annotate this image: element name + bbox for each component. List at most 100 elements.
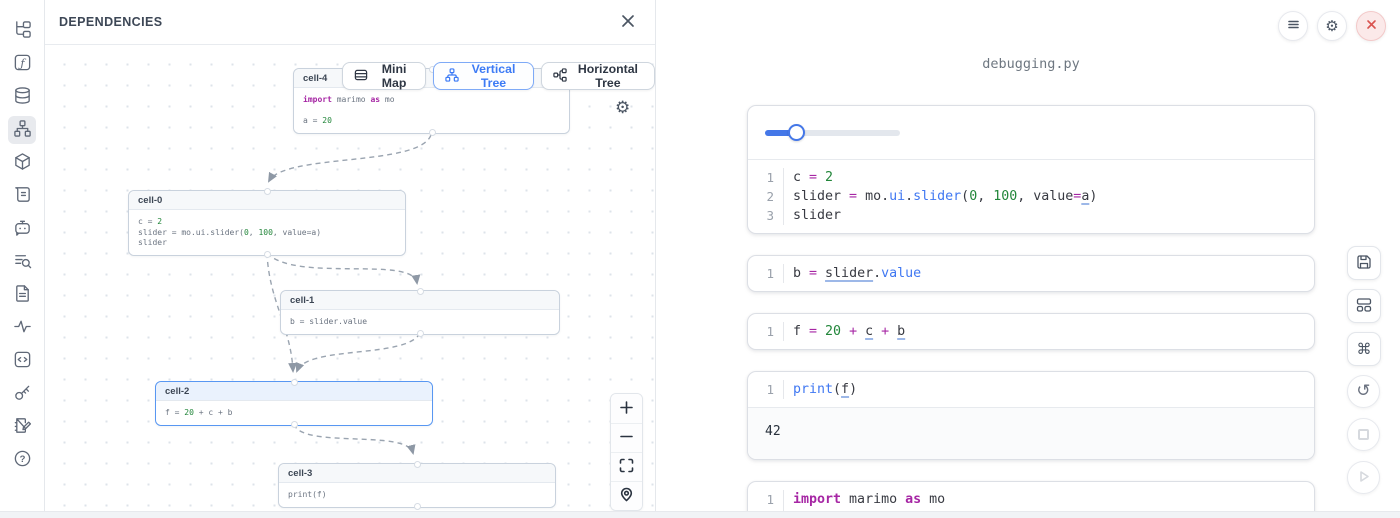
svg-text:?: ?: [19, 454, 25, 465]
dependency-graph-canvas[interactable]: cell-4import marimo as moa = 20cell-0c =…: [45, 45, 655, 518]
activity-icon: [13, 317, 32, 339]
sidebar-item-documentation[interactable]: [8, 281, 36, 309]
sidebar-item-notebook-outline[interactable]: [8, 413, 36, 441]
vertical-tree-label: Vertical Tree: [465, 62, 522, 90]
graph-node-cell-3[interactable]: cell-3print(f): [278, 463, 556, 508]
gear-icon: ⚙: [615, 98, 630, 118]
notebook-menu-button[interactable]: [1278, 11, 1308, 41]
help-circle-icon: ?: [13, 449, 32, 471]
line-numbers: 123: [748, 168, 783, 225]
plus-icon: [619, 400, 634, 418]
graph-node-code: f = 20 + c + b: [156, 401, 432, 425]
zoom-out-button[interactable]: [611, 423, 642, 452]
dependencies-panel-header: DEPENDENCIES: [45, 0, 655, 45]
layout-button[interactable]: [1347, 289, 1381, 323]
graph-node-cell-0[interactable]: cell-0c = 2slider = mo.ui.slider(0, 100,…: [128, 190, 406, 256]
sidebar-item-file-explorer[interactable]: [8, 17, 36, 45]
notebook-pen-icon: [13, 416, 32, 438]
file-tree-icon: [13, 20, 32, 42]
horizontal-tree-icon: [553, 68, 567, 85]
sidebar-item-snippets[interactable]: [8, 347, 36, 375]
map-pin-icon: [619, 487, 634, 505]
code-editor[interactable]: 1b = slider.value: [748, 256, 1314, 291]
helper-panel-rail: ƒ ?: [0, 0, 45, 518]
keyboard-shortcuts-button[interactable]: ⌘: [1347, 332, 1381, 366]
notebook-cells: 123c = 2slider = mo.ui.slider(0, 100, va…: [747, 105, 1315, 518]
graph-node-cell-1[interactable]: cell-1b = slider.value: [280, 290, 560, 335]
shutdown-button[interactable]: [1356, 11, 1386, 41]
layout-icon: [1356, 297, 1372, 316]
undo-button[interactable]: ↺: [1347, 375, 1380, 408]
interrupt-button[interactable]: [1347, 418, 1380, 451]
notebook-side-tools: ⌘ ↺: [1347, 246, 1381, 504]
graph-edge-cell-2-to-cell-3: [294, 424, 413, 453]
cell-output: 42: [748, 407, 1314, 459]
stop-icon: [1358, 429, 1369, 440]
run-button[interactable]: [1347, 461, 1380, 494]
close-icon: [621, 14, 635, 31]
code-editor[interactable]: 1print(f): [748, 372, 1314, 407]
sidebar-item-dependency-graph[interactable]: [8, 116, 36, 144]
sidebar-item-packages[interactable]: [8, 149, 36, 177]
sidebar-item-datasources[interactable]: [8, 83, 36, 111]
sidebar-item-scratchpad[interactable]: [8, 182, 36, 210]
dependency-graph-icon: [13, 119, 32, 141]
close-panel-button[interactable]: [621, 14, 635, 31]
sidebar-item-variables[interactable]: ƒ: [8, 50, 36, 78]
graph-edge-cell-1-to-cell-2: [297, 333, 420, 371]
file-text-icon: [13, 284, 32, 306]
notebook-panel: ⚙ debugging.py 123c = 2slider = mo.ui.sl…: [657, 0, 1400, 518]
sidebar-item-help[interactable]: ?: [8, 446, 36, 474]
graph-node-title: cell-3: [279, 464, 555, 483]
notebook-actions: ⚙: [1278, 11, 1386, 41]
graph-settings-button[interactable]: ⚙: [615, 100, 630, 117]
mini-map-label: Mini Map: [374, 62, 414, 90]
notebook-cell-print-cell[interactable]: 1print(f)42: [747, 371, 1315, 460]
graph-node-title: cell-2: [156, 382, 432, 401]
vertical-tree-button[interactable]: Vertical Tree: [433, 62, 534, 90]
code-lines: print(f): [783, 380, 1314, 399]
notebook-cell-slider-cell[interactable]: 123c = 2slider = mo.ui.slider(0, 100, va…: [747, 105, 1315, 234]
app-root: ƒ ? DEPENDENCIES cell: [0, 0, 1400, 518]
fit-view-button[interactable]: [611, 452, 642, 481]
key-icon: [13, 383, 32, 405]
graph-node-cell-2[interactable]: cell-2f = 20 + c + b: [155, 381, 433, 426]
center-selected-button[interactable]: [611, 481, 642, 510]
line-numbers: 1: [748, 264, 783, 283]
slider-handle[interactable]: [788, 124, 805, 141]
function-icon: ƒ: [13, 53, 32, 75]
code-editor[interactable]: 123c = 2slider = mo.ui.slider(0, 100, va…: [748, 160, 1314, 233]
fullscreen-icon: [619, 458, 634, 476]
notebook-settings-button[interactable]: ⚙: [1317, 11, 1347, 41]
zoom-in-button[interactable]: [611, 394, 642, 423]
menu-icon: [1287, 18, 1300, 34]
sidebar-item-ai-chat[interactable]: [8, 215, 36, 243]
slider-track: [765, 130, 900, 136]
code-lines: b = slider.value: [783, 264, 1314, 283]
graph-view-toolbar: Mini Map Vertical Tree Horizontal Tree: [342, 62, 655, 90]
notebook-cell-b-cell[interactable]: 1b = slider.value: [747, 255, 1315, 292]
horizontal-tree-button[interactable]: Horizontal Tree: [541, 62, 655, 90]
sidebar-item-logs[interactable]: [8, 248, 36, 276]
sidebar-item-secrets[interactable]: [8, 380, 36, 408]
ui-slider[interactable]: [765, 124, 900, 141]
notebook-cell-f-cell[interactable]: 1f = 20 + c + b: [747, 313, 1315, 350]
graph-node-title: cell-1: [281, 291, 559, 310]
code-box-icon: [13, 350, 32, 372]
sidebar-item-tracing[interactable]: [8, 314, 36, 342]
settings-gear-icon: ⚙: [1325, 19, 1338, 34]
mini-map-button[interactable]: Mini Map: [342, 62, 426, 90]
close-x-icon: [1365, 18, 1378, 34]
save-button[interactable]: [1347, 246, 1381, 280]
code-editor[interactable]: 1f = 20 + c + b: [748, 314, 1314, 349]
command-icon: ⌘: [1357, 342, 1372, 357]
chat-bot-icon: [13, 218, 32, 240]
play-icon: [1356, 469, 1371, 487]
save-icon: [1356, 254, 1372, 273]
graph-zoom-controls: [610, 393, 643, 511]
horizontal-scrollbar[interactable]: [0, 511, 1400, 518]
line-numbers: 1: [748, 322, 783, 341]
minus-icon: [619, 429, 634, 447]
graph-edge-cell-0-to-cell-1: [267, 253, 417, 283]
graph-edge-cell-4-to-cell-0: [269, 135, 431, 181]
